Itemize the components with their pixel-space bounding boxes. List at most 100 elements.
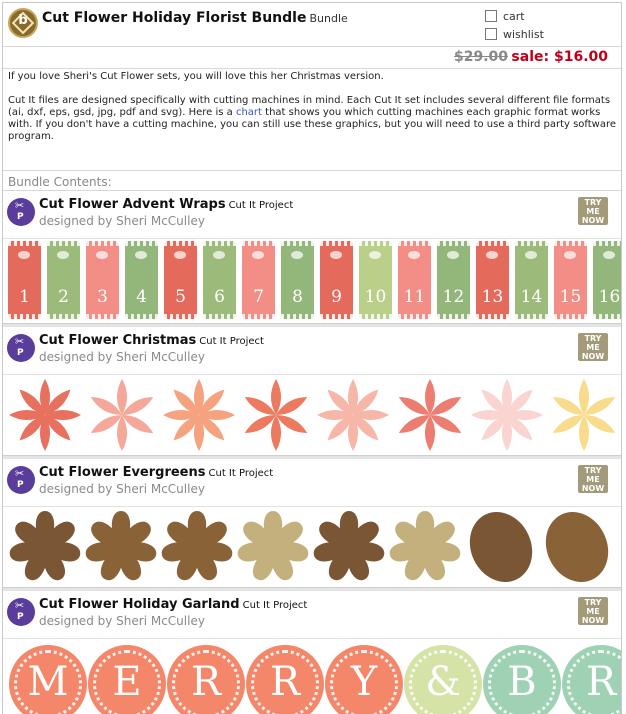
wishlist-checkbox[interactable] [485, 28, 497, 40]
garland-circle: R [167, 645, 245, 714]
description-body: Cut It files are designed specifically w… [8, 95, 617, 142]
advent-wrap-tile: 4 [125, 241, 158, 319]
item-title[interactable]: Cut Flower Holiday Garland Cut It Project [39, 597, 307, 612]
evergreen-flower [9, 511, 81, 581]
product-title: Cut Flower Holiday Florist Bundle Bundle [42, 10, 348, 26]
item-title[interactable]: Cut Flower Evergreens Cut It Project [39, 465, 273, 480]
advent-wrap-tile: 9 [320, 241, 353, 319]
advent-wraps-preview[interactable]: 1 2 3 4 5 6 7 8 9 10 11 12 13 14 15 16 [3, 239, 621, 323]
item-designer: designed by Sheri McCulley [39, 350, 205, 364]
item-title[interactable]: Cut Flower Christmas Cut It Project [39, 333, 264, 348]
advent-wrap-tile: 11 [398, 241, 431, 319]
cut-it-project-icon: ✂ P [7, 198, 35, 226]
chart-link[interactable]: chart [236, 107, 262, 118]
item-header: ✂ P Cut Flower Holiday Garland Cut It Proj… [3, 591, 621, 639]
product-header: b Cut Flower Holiday Florist Bundle Bundl… [3, 3, 621, 47]
cut-it-project-icon: ✂ P [7, 466, 35, 494]
advent-wrap-tile: 8 [281, 241, 314, 319]
advent-wrap-tile: 1 [8, 241, 41, 319]
advent-number: 16 [598, 287, 621, 307]
advent-wrap-tile: 6 [203, 241, 236, 319]
item-designer: designed by Sheri McCulley [39, 482, 205, 496]
bundle-item-advent-wraps: ✂ P Cut Flower Advent Wraps Cut It Project… [3, 191, 621, 323]
pine-cone [545, 511, 609, 583]
try-me-now-button[interactable]: TRY ME NOW [578, 465, 608, 493]
advent-wrap-tile: 7 [242, 241, 275, 319]
product-panel: b Cut Flower Holiday Florist Bundle Bundl… [2, 2, 622, 714]
cart-checkbox[interactable] [485, 10, 497, 22]
advent-wrap-tile: 12 [437, 241, 470, 319]
try-me-now-button[interactable]: TRY ME NOW [578, 597, 608, 625]
garland-letter: Y [350, 659, 378, 705]
christmas-flower [317, 379, 389, 451]
advent-number: 8 [292, 287, 303, 307]
advent-wrap-tile: 3 [86, 241, 119, 319]
christmas-flower [552, 379, 616, 451]
item-header: ✂ P Cut Flower Evergreens Cut It Project d… [3, 459, 621, 507]
advent-wrap-tile: 2 [47, 241, 80, 319]
evergreen-flower [85, 511, 157, 581]
garland-circle: E [88, 645, 166, 714]
advent-number: 5 [175, 287, 186, 307]
advent-wrap-tile: 10 [359, 241, 392, 319]
evergreens-preview[interactable] [3, 507, 621, 591]
evergreen-flower [161, 511, 233, 581]
bundle-item-evergreens: ✂ P Cut Flower Evergreens Cut It Project d… [3, 459, 621, 591]
evergreen-flower [389, 511, 461, 581]
advent-number: 6 [214, 287, 225, 307]
try-me-now-button[interactable]: TRY ME NOW [578, 197, 608, 225]
christmas-flower [163, 379, 235, 451]
advent-wrap-tile: 13 [476, 241, 509, 319]
garland-circle: R [562, 645, 621, 714]
advent-wrap-tile: 14 [515, 241, 548, 319]
garland-circle: & [404, 645, 482, 714]
advent-number: 12 [442, 287, 465, 307]
wishlist-checkbox-row[interactable]: wishlist [485, 28, 544, 41]
item-title[interactable]: Cut Flower Advent Wraps Cut It Project [39, 197, 293, 212]
bundle-item-christmas: ✂ P Cut Flower Christmas Cut It Project de… [3, 327, 621, 459]
sale-price: sale: $16.00 [511, 49, 608, 65]
christmas-flower [90, 379, 154, 451]
try-me-now-button[interactable]: TRY ME NOW [578, 333, 608, 361]
advent-number: 9 [331, 287, 342, 307]
cut-it-project-icon: ✂ P [7, 334, 35, 362]
holiday-garland-preview[interactable]: M E R R Y & B R [3, 639, 621, 714]
advent-number: 4 [136, 287, 147, 307]
christmas-flower [9, 379, 81, 451]
advent-wrap-tile: 15 [554, 241, 587, 319]
garland-letter: R [269, 659, 301, 705]
garland-letter: R [190, 659, 222, 705]
christmas-flower [471, 379, 543, 451]
garland-circle: M [9, 645, 87, 714]
garland-letter: & [425, 659, 461, 705]
bundle-item-holiday-garland: ✂ P Cut Flower Holiday Garland Cut It Proj… [3, 591, 621, 714]
product-type-label: Bundle [309, 12, 348, 25]
advent-number: 10 [364, 287, 387, 307]
garland-letter: R [585, 659, 617, 705]
christmas-flower [398, 379, 462, 451]
garland-circle: B [483, 645, 561, 714]
advent-number: 2 [58, 287, 69, 307]
garland-circle: R [246, 645, 324, 714]
item-designer: designed by Sheri McCulley [39, 214, 205, 228]
evergreen-flower [313, 511, 385, 581]
garland-letter: B [507, 659, 537, 705]
garland-circle: Y [325, 645, 403, 714]
pine-cone [469, 511, 533, 583]
cart-checkbox-row[interactable]: cart [485, 10, 525, 23]
advent-number: 13 [481, 287, 504, 307]
advent-number: 7 [253, 287, 264, 307]
advent-number: 11 [403, 287, 426, 307]
cut-it-project-icon: ✂ P [7, 598, 35, 626]
price-row: $29.00 sale: $16.00 [3, 47, 621, 69]
advent-number: 3 [97, 287, 108, 307]
bundle-logo-icon: b [8, 8, 38, 38]
description-intro: If you love Sheri's Cut Flower sets, you… [8, 71, 384, 82]
evergreen-flower [237, 511, 309, 581]
item-header: ✂ P Cut Flower Advent Wraps Cut It Project… [3, 191, 621, 239]
garland-letter: M [27, 659, 69, 705]
garland-letter: E [112, 659, 142, 705]
christmas-flowers-preview[interactable] [3, 375, 621, 459]
advent-number: 14 [520, 287, 543, 307]
advent-number: 15 [559, 287, 582, 307]
